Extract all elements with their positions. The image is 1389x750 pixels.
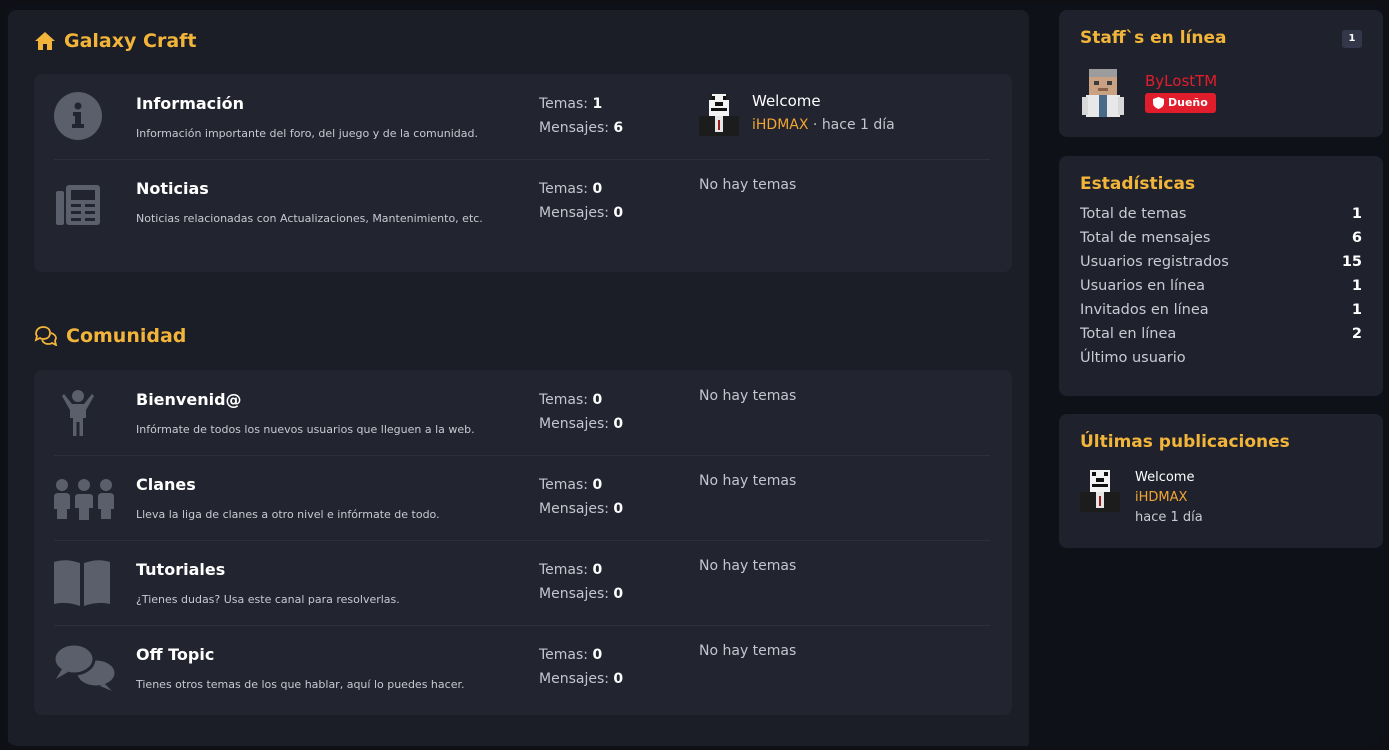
stat-total-en-linea: Total en línea 2	[1080, 326, 1362, 342]
stat-usuarios-en-linea: Usuarios en línea 1	[1080, 278, 1362, 294]
no-topics-text: No hay temas	[699, 643, 797, 659]
no-topics-text: No hay temas	[699, 558, 797, 574]
forum-list-galaxy-craft: Información Información importante del f…	[34, 74, 1012, 272]
stats-card-title: Estadísticas	[1080, 174, 1196, 194]
forum-stats: Temas: 0 Mensajes: 0	[539, 181, 624, 221]
forum-description: Información importante del foro, del jue…	[136, 127, 478, 140]
latest-post-meta: iHDMAX · hace 1 día	[752, 117, 895, 133]
forum-list-comunidad: Bienvenid@ Infórmate de todos los nuevos…	[34, 370, 1012, 715]
group-icon	[54, 479, 114, 521]
forum-stats: Temas: 0 Mensajes: 0	[539, 477, 624, 517]
info-icon	[54, 92, 102, 140]
stat-total-temas: Total de temas 1	[1080, 206, 1362, 222]
page-frame: Galaxy Craft Información Información imp…	[4, 4, 1384, 746]
forum-row-off-topic[interactable]: Off Topic Tienes otros temas de los que …	[34, 625, 1012, 710]
forum-stats: Temas: 1 Mensajes: 6	[539, 96, 624, 136]
recent-posts-card: Últimas publicaciones Welcome iHDMAX hac…	[1059, 414, 1383, 548]
forum-stats: Temas: 0 Mensajes: 0	[539, 392, 624, 432]
latest-post-user[interactable]: iHDMAX	[752, 117, 808, 133]
forum-stats: Temas: 0 Mensajes: 0	[539, 562, 624, 602]
role-badge: Dueño	[1145, 93, 1216, 113]
section-title-galaxy-craft[interactable]: Galaxy Craft	[34, 30, 197, 52]
no-topics-text: No hay temas	[699, 388, 797, 404]
forum-title[interactable]: Clanes	[136, 475, 196, 494]
forum-title[interactable]: Bienvenid@	[136, 390, 242, 409]
no-topics-text: No hay temas	[699, 177, 797, 193]
staff-count-badge: 1	[1342, 30, 1362, 48]
forum-main: Galaxy Craft Información Información imp…	[8, 10, 1029, 746]
latest-post-time: hace 1 día	[821, 117, 895, 133]
forum-stats: Temas: 0 Mensajes: 0	[539, 647, 624, 687]
forum-description: Tienes otros temas de los que hablar, aq…	[136, 678, 465, 691]
forum-row-noticias[interactable]: Noticias Noticias relacionadas con Actua…	[34, 159, 1012, 272]
latest-post-title[interactable]: Welcome	[752, 92, 821, 110]
recent-post-title[interactable]: Welcome	[1135, 470, 1194, 485]
forum-description: Noticias relacionadas con Actualizacione…	[136, 212, 483, 225]
stat-total-mensajes: Total de mensajes 6	[1080, 230, 1362, 246]
stat-ultimo-usuario: Último usuario	[1080, 350, 1186, 366]
staff-card-title: Staff`s en línea	[1080, 28, 1227, 48]
person-wave-icon	[62, 390, 94, 436]
forum-title[interactable]: Noticias	[136, 179, 209, 198]
forum-title[interactable]: Tutoriales	[136, 560, 225, 579]
recent-post-time: hace 1 día	[1135, 510, 1203, 525]
recent-avatar[interactable]	[1080, 468, 1120, 512]
forum-title[interactable]: Off Topic	[136, 645, 214, 664]
forum-row-informacion[interactable]: Información Información importante del f…	[34, 74, 1012, 159]
staff-online-card: Staff`s en línea 1 ByLostTM Dueño	[1059, 10, 1383, 137]
home-icon	[35, 32, 55, 50]
stat-usuarios-registrados: Usuarios registrados 15	[1080, 254, 1362, 270]
avatar[interactable]	[699, 92, 739, 136]
section-title-comunidad[interactable]: Comunidad	[34, 325, 186, 347]
statistics-card: Estadísticas Total de temas 1 Total de me…	[1059, 156, 1383, 396]
forum-description: Infórmate de todos los nuevos usuarios q…	[136, 423, 475, 436]
staff-avatar[interactable]	[1080, 67, 1126, 117]
chat-icon	[34, 326, 58, 346]
forum-row-bienvenid[interactable]: Bienvenid@ Infórmate de todos los nuevos…	[34, 370, 1012, 455]
no-topics-text: No hay temas	[699, 473, 797, 489]
forum-title[interactable]: Información	[136, 94, 244, 113]
recent-post-user[interactable]: iHDMAX	[1135, 490, 1187, 505]
forum-row-clanes[interactable]: Clanes Lleva la liga de clanes a otro ni…	[34, 455, 1012, 540]
recent-card-title: Últimas publicaciones	[1080, 432, 1290, 452]
stat-invitados-en-linea: Invitados en línea 1	[1080, 302, 1362, 318]
newspaper-icon	[56, 185, 100, 225]
shield-icon	[1153, 97, 1164, 109]
staff-username[interactable]: ByLostTM	[1145, 72, 1217, 90]
forum-description: ¿Tienes dudas? Usa este canal para resol…	[136, 593, 400, 606]
book-icon	[54, 560, 110, 606]
forum-row-tutoriales[interactable]: Tutoriales ¿Tienes dudas? Usa este canal…	[34, 540, 1012, 625]
comments-icon	[52, 642, 118, 691]
forum-description: Lleva la liga de clanes a otro nivel e i…	[136, 508, 440, 521]
